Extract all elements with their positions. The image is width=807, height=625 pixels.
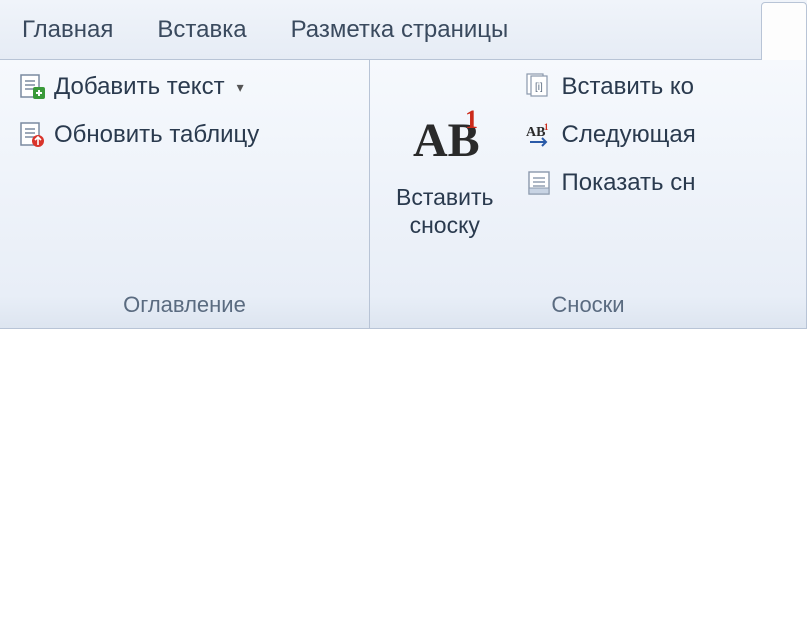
tab-home[interactable]: Главная	[0, 0, 135, 60]
insert-footnote-icon: AB 1	[405, 106, 485, 177]
update-table-label: Обновить таблицу	[54, 121, 259, 149]
insert-endnote-label: Вставить ко	[562, 73, 695, 101]
add-text-icon	[16, 72, 46, 102]
next-footnote-button[interactable]: AB 1 Следующая	[518, 116, 702, 154]
group-footnotes-label: Сноски	[370, 286, 806, 328]
group-toc-label: Оглавление	[0, 286, 369, 328]
ribbon: Главная Вставка Разметка страницы	[0, 0, 807, 329]
tab-insert[interactable]: Вставка	[135, 0, 268, 60]
svg-text:1: 1	[465, 106, 478, 134]
tab-page-layout[interactable]: Разметка страницы	[269, 0, 531, 60]
group-footnotes: AB 1 Вставить сноску [i]	[370, 60, 807, 328]
svg-text:1: 1	[544, 122, 549, 132]
insert-endnote-button[interactable]: [i] Вставить ко	[518, 68, 702, 106]
next-footnote-label: Следующая	[562, 121, 696, 149]
insert-footnote-label: Вставить сноску	[396, 183, 494, 241]
tab-active-edge[interactable]	[761, 2, 807, 60]
insert-footnote-button[interactable]: AB 1 Вставить сноску	[380, 68, 510, 278]
ribbon-groups: Добавить текст ▾	[0, 60, 807, 328]
ribbon-tabs: Главная Вставка Разметка страницы	[0, 0, 807, 60]
update-table-button[interactable]: Обновить таблицу	[10, 116, 265, 154]
update-table-icon	[16, 120, 46, 150]
next-footnote-icon: AB 1	[524, 120, 554, 150]
svg-text:[i]: [i]	[535, 82, 543, 93]
add-text-label: Добавить текст	[54, 73, 225, 101]
group-table-of-contents: Добавить текст ▾	[0, 60, 370, 328]
insert-endnote-icon: [i]	[524, 72, 554, 102]
chevron-down-icon: ▾	[237, 79, 244, 96]
show-notes-button[interactable]: Показать сн	[518, 164, 702, 202]
show-notes-icon	[524, 168, 554, 198]
show-notes-label: Показать сн	[562, 169, 696, 197]
add-text-button[interactable]: Добавить текст ▾	[10, 68, 265, 106]
